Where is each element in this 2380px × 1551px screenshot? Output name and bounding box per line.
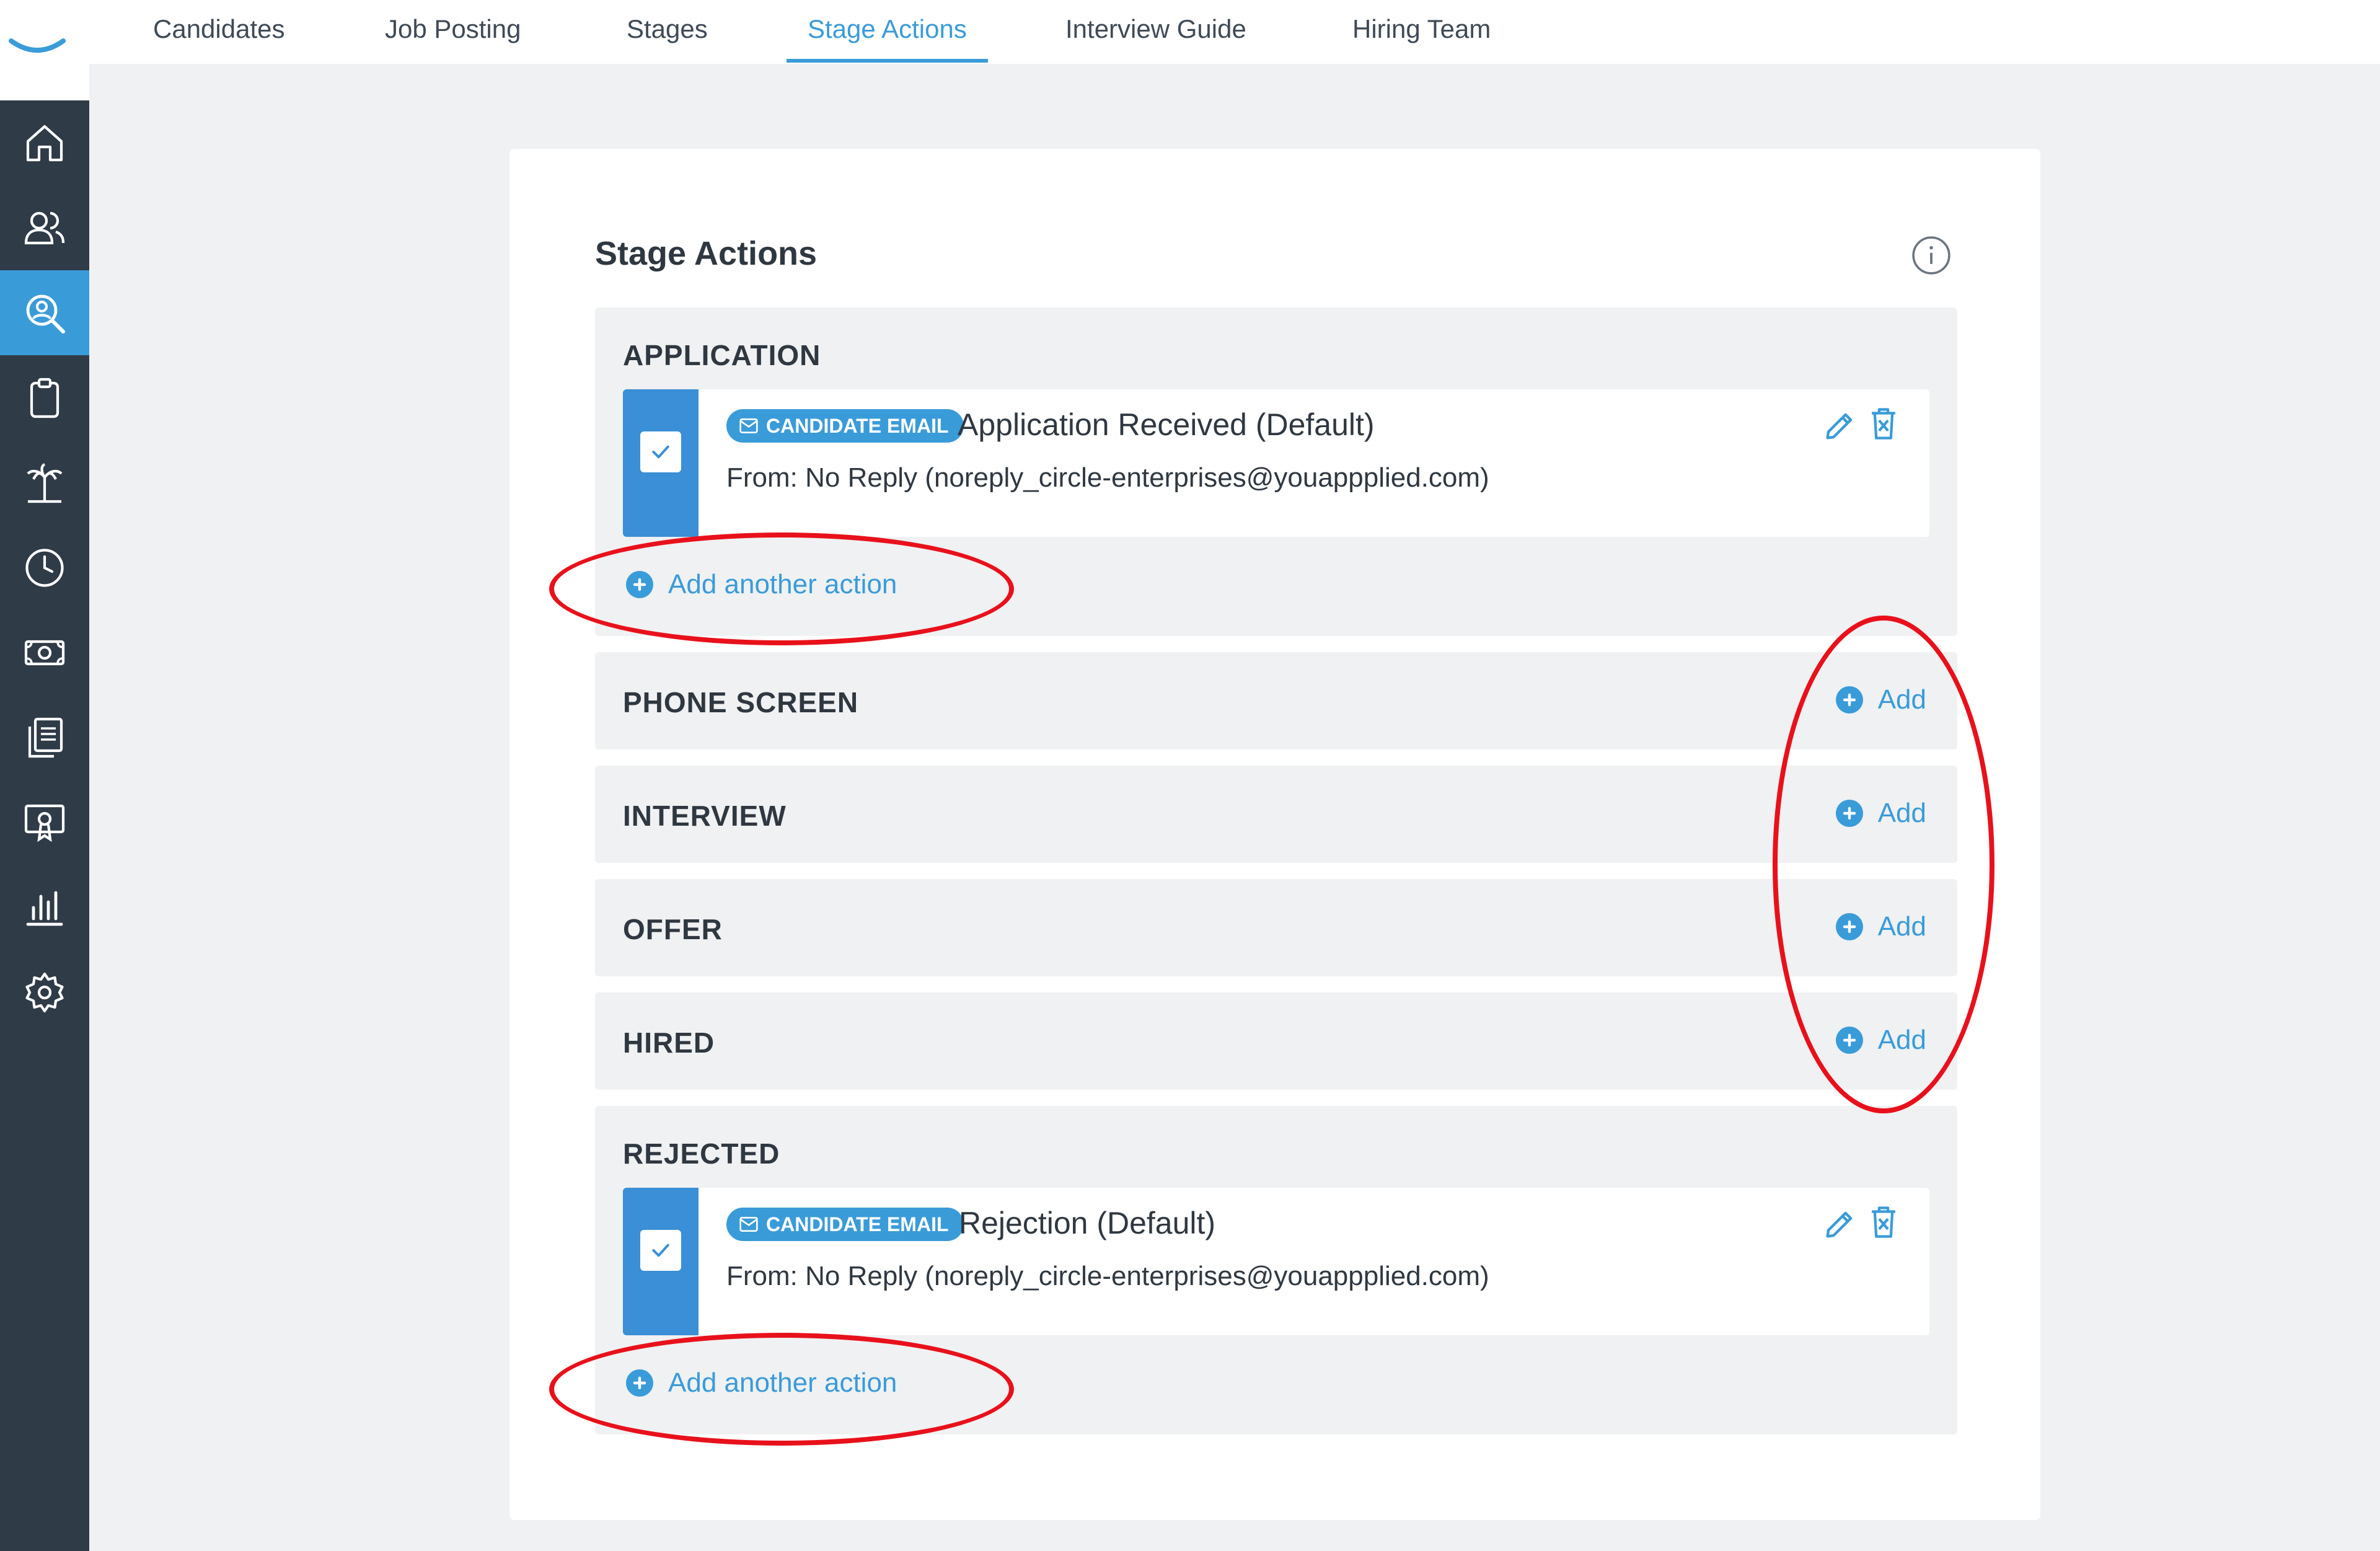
search-person-icon xyxy=(26,294,65,334)
tab-stages[interactable]: Stages xyxy=(627,0,708,64)
stage-label: PHONE SCREEN xyxy=(623,686,859,718)
documents-icon xyxy=(28,717,63,758)
action-stripe xyxy=(623,389,699,537)
sidebar-item-time-off[interactable] xyxy=(0,440,89,525)
checkmark-icon xyxy=(652,445,669,459)
page-title: Stage Actions xyxy=(595,235,818,272)
people-icon xyxy=(24,211,65,244)
sidebar xyxy=(0,100,89,1551)
candidate-email-badge: CANDIDATE EMAIL xyxy=(726,409,964,443)
action-sender: From: No Reply (noreply_circle-enterpris… xyxy=(726,462,1489,493)
action-title: Application Received (Default) xyxy=(958,407,1375,442)
stage-label: HIRED xyxy=(623,1027,715,1059)
tab-interview-guide[interactable]: Interview Guide xyxy=(1065,0,1246,64)
sidebar-item-payroll[interactable] xyxy=(0,610,89,695)
stage-label: APPLICATION xyxy=(623,339,821,371)
action-sender: From: No Reply (noreply_circle-enterpris… xyxy=(726,1261,1489,1291)
app-logo[interactable] xyxy=(0,0,89,100)
stage-section-interview: INTERVIEW Add xyxy=(595,766,1957,863)
tab-job-posting[interactable]: Job Posting xyxy=(385,0,521,64)
tab-candidates[interactable]: Candidates xyxy=(153,0,284,64)
palm-tree-icon xyxy=(27,462,63,503)
stage-label: OFFER xyxy=(623,913,723,945)
checkmark-icon xyxy=(652,1244,669,1257)
stage-section-phone-screen: PHONE SCREEN Add xyxy=(595,652,1957,749)
delete-icon[interactable] xyxy=(1867,405,1900,441)
sidebar-item-reports[interactable] xyxy=(0,865,89,950)
envelope-icon xyxy=(739,1217,758,1232)
action-stripe xyxy=(623,1188,699,1335)
action-card: CANDIDATE EMAIL Rejection (Default) From… xyxy=(623,1188,1929,1335)
gear-icon xyxy=(25,972,64,1012)
home-icon xyxy=(26,125,63,161)
action-enabled-checkbox[interactable] xyxy=(640,431,681,472)
clipboard-icon xyxy=(30,378,60,418)
stage-section-hired: HIRED Add xyxy=(595,992,1957,1090)
annotation-ellipse-add-buttons xyxy=(1773,616,1994,1113)
tab-stage-actions[interactable]: Stage Actions xyxy=(787,0,988,64)
sidebar-item-settings[interactable] xyxy=(0,950,89,1035)
action-card: CANDIDATE EMAIL Application Received (De… xyxy=(623,389,1929,537)
sidebar-item-home[interactable] xyxy=(0,100,89,185)
stage-section-offer: OFFER Add xyxy=(595,879,1957,976)
money-icon xyxy=(24,640,65,665)
top-navigation: Candidates Job Posting Stages Stage Acti… xyxy=(89,0,2380,64)
sidebar-item-recruiting[interactable] xyxy=(0,270,89,355)
stage-label: REJECTED xyxy=(623,1138,780,1170)
stage-label: INTERVIEW xyxy=(623,800,787,832)
certificate-icon xyxy=(24,804,65,842)
sidebar-item-time[interactable] xyxy=(0,525,89,610)
sidebar-item-training[interactable] xyxy=(0,780,89,865)
annotation-ellipse-add-another-application xyxy=(549,532,1014,645)
delete-icon[interactable] xyxy=(1867,1204,1900,1240)
sidebar-item-people[interactable] xyxy=(0,185,89,270)
candidate-email-badge: CANDIDATE EMAIL xyxy=(726,1208,964,1241)
envelope-icon xyxy=(739,418,758,433)
badge-label: CANDIDATE EMAIL xyxy=(766,1213,949,1235)
logo-icon xyxy=(9,38,66,53)
info-icon[interactable] xyxy=(1911,235,1952,276)
badge-label: CANDIDATE EMAIL xyxy=(766,414,949,437)
annotation-ellipse-add-another-rejected xyxy=(549,1333,1014,1446)
sidebar-item-documents[interactable] xyxy=(0,695,89,780)
edit-icon[interactable] xyxy=(1822,1206,1858,1242)
clock-icon xyxy=(25,548,64,587)
sidebar-item-clipboard[interactable] xyxy=(0,355,89,440)
action-enabled-checkbox[interactable] xyxy=(640,1230,681,1271)
action-title: Rejection (Default) xyxy=(959,1206,1216,1240)
tab-hiring-team[interactable]: Hiring Team xyxy=(1352,0,1491,64)
bar-chart-icon xyxy=(26,891,63,926)
edit-icon[interactable] xyxy=(1822,408,1858,444)
